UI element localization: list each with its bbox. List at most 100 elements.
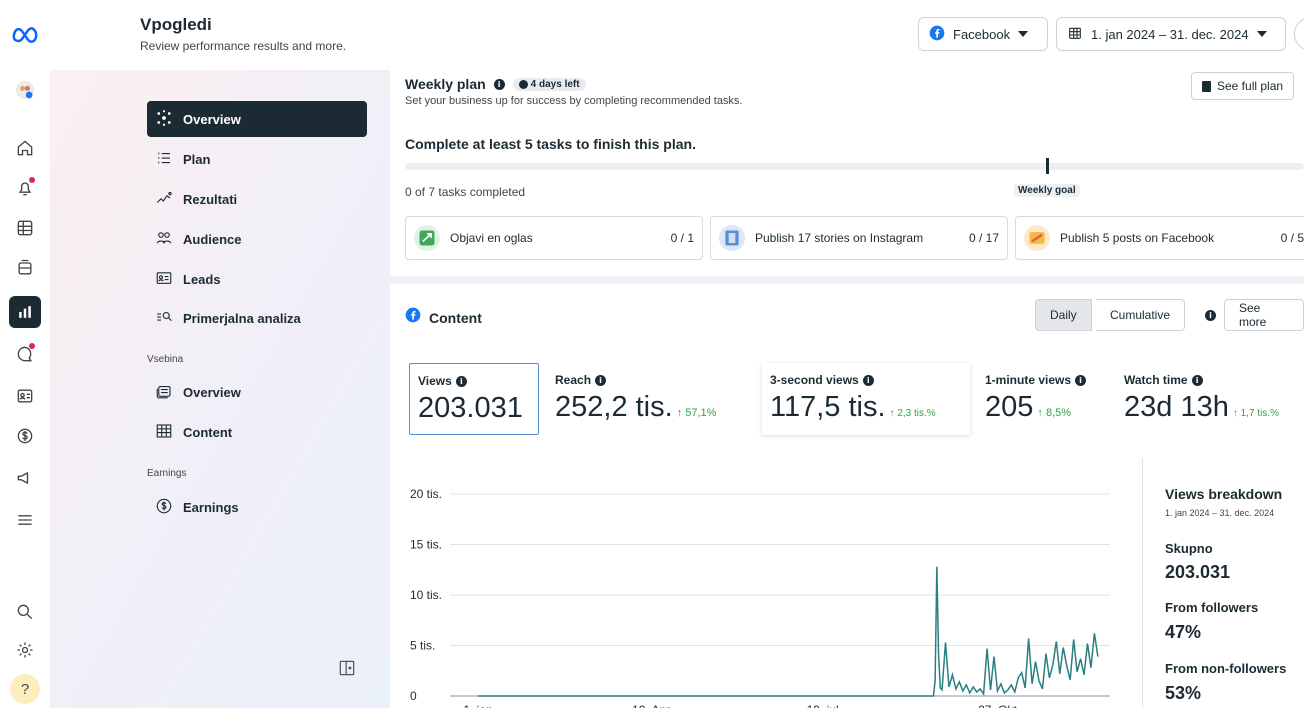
metric-delta: ↑ 57,1% (676, 407, 717, 419)
task-label: Publish 5 posts on Facebook (1060, 231, 1215, 245)
sidebar-item-earnings[interactable]: Earnings (147, 489, 367, 525)
icon-rail: ? (0, 0, 50, 708)
toggle-daily[interactable]: Daily (1035, 299, 1092, 331)
document-icon (1202, 80, 1211, 92)
metric-watch-time[interactable]: Watch time i 23d 13h ↑ 1,7 tis.% (1116, 363, 1304, 435)
metric-reach[interactable]: Reach i 252,2 tis. ↑ 57,1% (547, 363, 747, 435)
metric-label: Views (418, 374, 452, 388)
main-content: Weekly plan i 4 days left Set your busin… (390, 70, 1304, 713)
metric-label: 1-minute views (985, 373, 1072, 387)
breakdown-title: Views breakdown (1165, 486, 1283, 502)
weekly-plan-title: Weekly plan (405, 76, 486, 92)
see-more-button[interactable]: See more (1224, 299, 1304, 331)
notification-dot (29, 177, 35, 183)
page-header: Vpogledi Review performance results and … (50, 0, 1304, 70)
task-label: Publish 17 stories on Instagram (755, 231, 924, 245)
contacts-icon[interactable] (9, 380, 41, 412)
breakdown-followers-label: From followers (1165, 600, 1259, 615)
breakdown-total-label: Skupno (1165, 541, 1213, 556)
sidebar-item-results[interactable]: Rezultati (147, 181, 367, 217)
sidebar-item-benchmark[interactable]: Primerjalna analiza (147, 300, 367, 336)
insights-icon[interactable] (9, 296, 41, 328)
views-series-line (478, 566, 1099, 697)
sidebar-item-label: Overview (183, 384, 241, 400)
metric-label: 3-second views (770, 373, 859, 387)
monetization-icon[interactable] (9, 420, 41, 452)
collapse-sidebar-icon[interactable] (337, 658, 357, 678)
x-tick-label: 1. jan (463, 703, 492, 708)
breakdown-non-followers-label: From non-followers (1165, 661, 1287, 676)
sidebar-item-label: Primerjalna analiza (183, 310, 301, 326)
content-table-icon (155, 422, 173, 443)
breakdown-followers-value: 47% (1165, 622, 1202, 642)
sidebar-item-label: Earnings (183, 499, 239, 515)
audience-icon (155, 229, 173, 250)
metric-value: 205 (985, 391, 1034, 423)
sidebar-item-label: Overview (183, 111, 241, 127)
stories-icon (719, 225, 745, 251)
facebook-icon (929, 25, 945, 44)
sidebar-item-content[interactable]: Content (147, 414, 367, 450)
date-range-selector[interactable]: 1. jan 2024 – 31. dec. 2024 (1056, 17, 1286, 51)
messages-icon[interactable] (9, 338, 41, 370)
metric-delta: ↑ 2,3 tis.% (889, 408, 936, 419)
section-label-vsebina: Vsebina (147, 354, 184, 365)
metric-value: 252,2 tis. (555, 391, 673, 423)
task-card[interactable]: Objavi en oglas 0 / 1 (405, 216, 703, 260)
sidebar-item-audience[interactable]: Audience (147, 221, 367, 257)
page-title: Vpogledi (140, 15, 212, 34)
task-card[interactable]: Publish 17 stories on Instagram 0 / 17 (710, 216, 1008, 260)
message-dot (29, 343, 35, 349)
help-label: ? (20, 680, 30, 698)
sidebar-item-plan[interactable]: Plan (147, 141, 367, 177)
date-range-label: 1. jan 2024 – 31. dec. 2024 (1091, 26, 1249, 42)
days-left-label: 4 days left (530, 78, 580, 90)
sidebar-item-label: Audience (183, 231, 242, 247)
metric-views[interactable]: Views i 203.031 (409, 363, 539, 435)
help-icon[interactable]: ? (10, 674, 40, 704)
toggle-cumulative[interactable]: Cumulative (1096, 299, 1186, 331)
pages-icon[interactable] (9, 252, 41, 284)
views-line-chart: 20 tis. 15 tis. 10 tis. 5 tis. 0 1. jan 10. Ap… (410, 487, 1110, 713)
y-tick-label: 20 tis. (410, 487, 442, 501)
info-icon[interactable]: i (595, 374, 607, 386)
sidebar-item-label: Rezultati (183, 191, 238, 207)
breakdown-non-followers-value: 53% (1165, 683, 1202, 703)
leads-icon (155, 269, 173, 290)
platform-selector[interactable]: Facebook (918, 17, 1048, 51)
task-count: 0 / 17 (968, 231, 999, 245)
see-full-plan-button[interactable]: See full plan (1191, 72, 1295, 100)
results-icon (155, 189, 173, 210)
sidebar-item-leads[interactable]: Leads (147, 261, 367, 297)
ads-megaphone-icon[interactable] (9, 462, 41, 494)
account-avatar[interactable] (1294, 17, 1304, 51)
metric-3-second-views[interactable]: 3-second views i 117,5 tis. ↑ 2,3 tis.% (762, 363, 970, 435)
meta-logo-icon[interactable] (9, 18, 41, 50)
table-icon[interactable] (9, 212, 41, 244)
task-card[interactable]: Publish 5 posts on Facebook 0 / 5 (1015, 216, 1304, 260)
metric-value: 117,5 tis. (770, 391, 886, 423)
info-icon[interactable]: i (862, 374, 874, 386)
y-tick-label: 15 tis. (410, 538, 442, 552)
settings-icon[interactable] (9, 634, 41, 666)
search-icon[interactable] (9, 596, 41, 628)
info-icon[interactable]: i (493, 78, 505, 90)
info-icon[interactable]: i (1075, 374, 1087, 386)
menu-icon[interactable] (9, 504, 41, 536)
sidebar-item-overview[interactable]: Overview (147, 101, 367, 137)
y-tick-label: 0 (410, 689, 417, 703)
content-card: Content Daily Cumulative i See more View… (390, 284, 1304, 713)
facebook-icon (405, 307, 421, 328)
sidebar-item-content-overview[interactable]: Overview (147, 374, 367, 410)
metric-1-minute-views[interactable]: 1-minute views i 205 ↑ 8,5% (977, 363, 1112, 435)
weekly-goal-label: Weekly goal (1014, 184, 1080, 197)
overview-icon (155, 109, 173, 130)
see-full-plan-label: See full plan (1217, 79, 1284, 93)
profile-avatar[interactable] (9, 74, 41, 106)
info-icon[interactable]: i (1191, 374, 1203, 386)
home-icon[interactable] (9, 132, 41, 164)
info-icon[interactable]: i (455, 375, 467, 387)
plan-icon (155, 149, 173, 170)
info-icon[interactable]: i (1205, 310, 1216, 321)
notifications-icon[interactable] (9, 172, 41, 204)
